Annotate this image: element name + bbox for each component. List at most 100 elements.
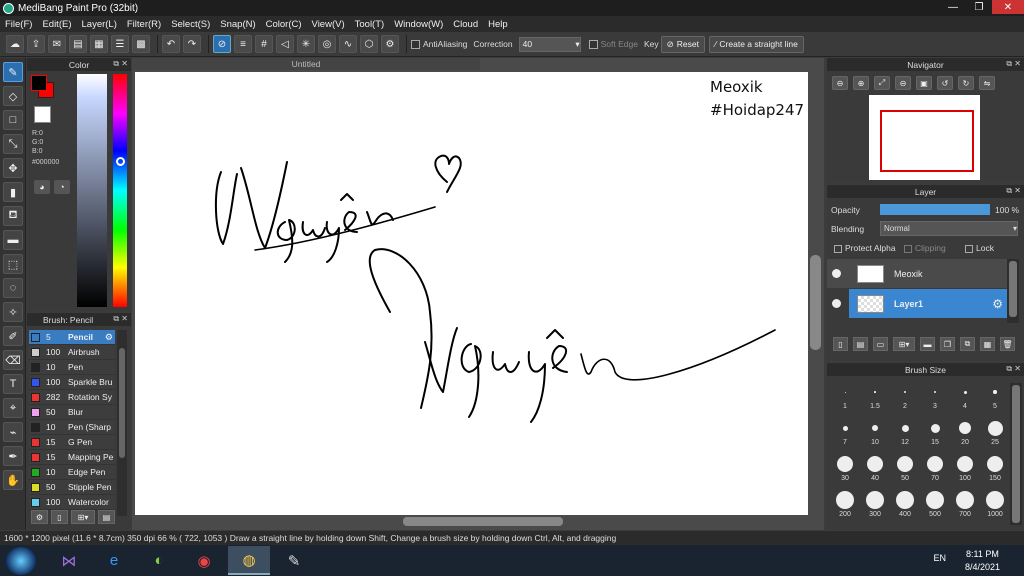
move-tool-icon[interactable]: ✥ [3, 158, 23, 178]
protect-alpha-checkbox[interactable] [834, 244, 842, 253]
menu-snap[interactable]: Snap(N) [215, 19, 260, 30]
magic-wand-icon[interactable]: ✧ [3, 302, 23, 322]
paint-icon[interactable]: ✎ [273, 546, 315, 575]
curve-snap-icon[interactable]: ∿ [339, 35, 357, 53]
brush-size-option[interactable]: 15 [920, 417, 950, 451]
brush-size-option[interactable]: 70 [920, 453, 950, 487]
brush-size-option[interactable]: 20 [950, 417, 980, 451]
snap-off-icon[interactable]: ⊘ [213, 35, 231, 53]
add-layer-menu-icon[interactable]: ⊞▾ [893, 337, 915, 351]
brush-size-option[interactable]: 300 [860, 489, 890, 523]
brush-size-option[interactable]: 1.5 [860, 381, 890, 415]
lock-option[interactable]: Lock [965, 243, 994, 253]
clipping-checkbox[interactable] [904, 244, 912, 253]
clipping-option[interactable]: Clipping [904, 243, 946, 253]
brush-tool-icon[interactable]: ✎ [3, 62, 23, 82]
hue-slider[interactable] [113, 74, 127, 307]
cross-snap-icon[interactable]: # [255, 35, 273, 53]
panel-close-icon[interactable]: ⧉ ✕ [1006, 186, 1021, 196]
menu-view[interactable]: View(V) [307, 19, 350, 30]
grid-icon[interactable]: ▩ [132, 35, 150, 53]
brush-item[interactable]: 15 Mapping Pe [29, 450, 115, 465]
dot-tool-icon[interactable]: ⤡ [3, 134, 23, 154]
brush-item[interactable]: 10 Edge Pen [29, 465, 115, 480]
scroll-thumb[interactable] [1009, 261, 1017, 317]
brush-size-option[interactable]: 12 [890, 417, 920, 451]
radial-snap-icon[interactable]: ✳ [297, 35, 315, 53]
canvas-tab[interactable]: Untitled [132, 58, 480, 70]
brush-size-scrollbar[interactable] [1010, 383, 1022, 525]
document-icon[interactable]: ▤ [69, 35, 87, 53]
brush-settings-icon[interactable]: ⚙ [31, 510, 48, 524]
polygon-snap-icon[interactable]: ⬡ [360, 35, 378, 53]
zoom-out-icon[interactable]: ⊖ [832, 76, 848, 90]
hue-handle[interactable] [116, 157, 125, 166]
menu-color[interactable]: Color(C) [261, 19, 307, 30]
maximize-button[interactable]: ❐ [966, 0, 992, 14]
rotate-right-icon[interactable]: ↻ [958, 76, 974, 90]
share-icon[interactable]: ⇪ [27, 35, 45, 53]
delete-layer-icon[interactable]: 🗑 [1000, 337, 1015, 351]
brush-size-option[interactable]: 1 [830, 381, 860, 415]
visibility-icon[interactable] [832, 299, 841, 308]
saturation-value-slider[interactable] [77, 74, 107, 307]
vanishing-point-icon[interactable]: ◁ [276, 35, 294, 53]
brush-size-option[interactable]: 200 [830, 489, 860, 523]
menu-filter[interactable]: Filter(R) [122, 19, 166, 30]
gradient-tool-icon[interactable]: ▬ [3, 230, 23, 250]
brush-item[interactable]: 10 Pen [29, 360, 115, 375]
transparent-color-swatch[interactable] [34, 106, 51, 123]
fit-screen-icon[interactable]: ⤢ [874, 76, 890, 90]
brush-item[interactable]: 50 Blur [29, 405, 115, 420]
chrome-icon[interactable]: ◉ [183, 546, 225, 575]
visual-studio-icon[interactable]: ⋈ [48, 546, 90, 575]
brush-item[interactable]: 282 Rotation Sy [29, 390, 115, 405]
brush-size-option[interactable]: 400 [890, 489, 920, 523]
scroll-thumb[interactable] [119, 348, 125, 458]
redo-icon[interactable]: ↷ [183, 35, 201, 53]
menu-edit[interactable]: Edit(E) [37, 19, 76, 30]
merge-down-icon[interactable]: ⧉ [960, 337, 975, 351]
antialiasing-checkbox[interactable] [411, 39, 420, 49]
layer-row-layer1[interactable]: Layer1 ⚙ [827, 289, 1007, 318]
new-brush-icon[interactable]: ▯ [51, 510, 68, 524]
select-pen-icon[interactable]: ✐ [3, 326, 23, 346]
coccoc-browser-icon[interactable]: ◐ [138, 546, 180, 575]
list-icon[interactable]: ☰ [111, 35, 129, 53]
new-layer-icon[interactable]: ▯ [833, 337, 848, 351]
eraser-tool-icon[interactable]: ◇ [3, 86, 23, 106]
zoom-in-icon[interactable]: ⊕ [853, 76, 869, 90]
layer-row-meoxik[interactable]: Meoxik [827, 259, 1007, 288]
new-halftone-layer-icon[interactable]: ▤ [853, 337, 868, 351]
brush-size-option[interactable]: 10 [860, 417, 890, 451]
brush-size-option[interactable]: 25 [980, 417, 1010, 451]
layer-property-icon[interactable]: ▦ [980, 337, 995, 351]
page-icon[interactable]: ▦ [90, 35, 108, 53]
canvas[interactable]: Meoxik #Hoidap247 [135, 72, 808, 515]
menu-select[interactable]: Select(S) [166, 19, 215, 30]
menu-tool[interactable]: Tool(T) [350, 19, 390, 30]
rotate-left-icon[interactable]: ↺ [937, 76, 953, 90]
lock-checkbox[interactable] [965, 244, 973, 253]
brush-item[interactable]: 100 Airbrush [29, 345, 115, 360]
foreground-color-swatch[interactable] [31, 75, 47, 91]
undo-icon[interactable]: ↶ [162, 35, 180, 53]
hand-tool-icon[interactable]: ✋ [3, 470, 23, 490]
select-eraser-icon[interactable]: ⌫ [3, 350, 23, 370]
panel-close-icon[interactable]: ⧉ ✕ [1006, 59, 1021, 69]
select-tool-icon[interactable]: ⬚ [3, 254, 23, 274]
zoom-actual-icon[interactable]: ⊖ [895, 76, 911, 90]
navigator-viewport[interactable] [880, 110, 974, 172]
bucket-tool-icon[interactable]: ⛾ [3, 206, 23, 226]
panel-close-icon[interactable]: ⧉ ✕ [113, 314, 128, 324]
comment-icon[interactable]: ✉ [48, 35, 66, 53]
soft-edge-checkbox[interactable] [588, 39, 598, 49]
flip-icon[interactable]: ⇋ [979, 76, 995, 90]
brush-item[interactable]: 100 Sparkle Bru [29, 375, 115, 390]
text-tool-icon[interactable]: T [3, 374, 23, 394]
menu-file[interactable]: File(F) [0, 19, 37, 30]
brush-size-option[interactable]: 4 [950, 381, 980, 415]
scroll-thumb[interactable] [403, 517, 563, 526]
cloud-icon[interactable]: ☁ [6, 35, 24, 53]
shape-tool-icon[interactable]: □ [3, 110, 23, 130]
